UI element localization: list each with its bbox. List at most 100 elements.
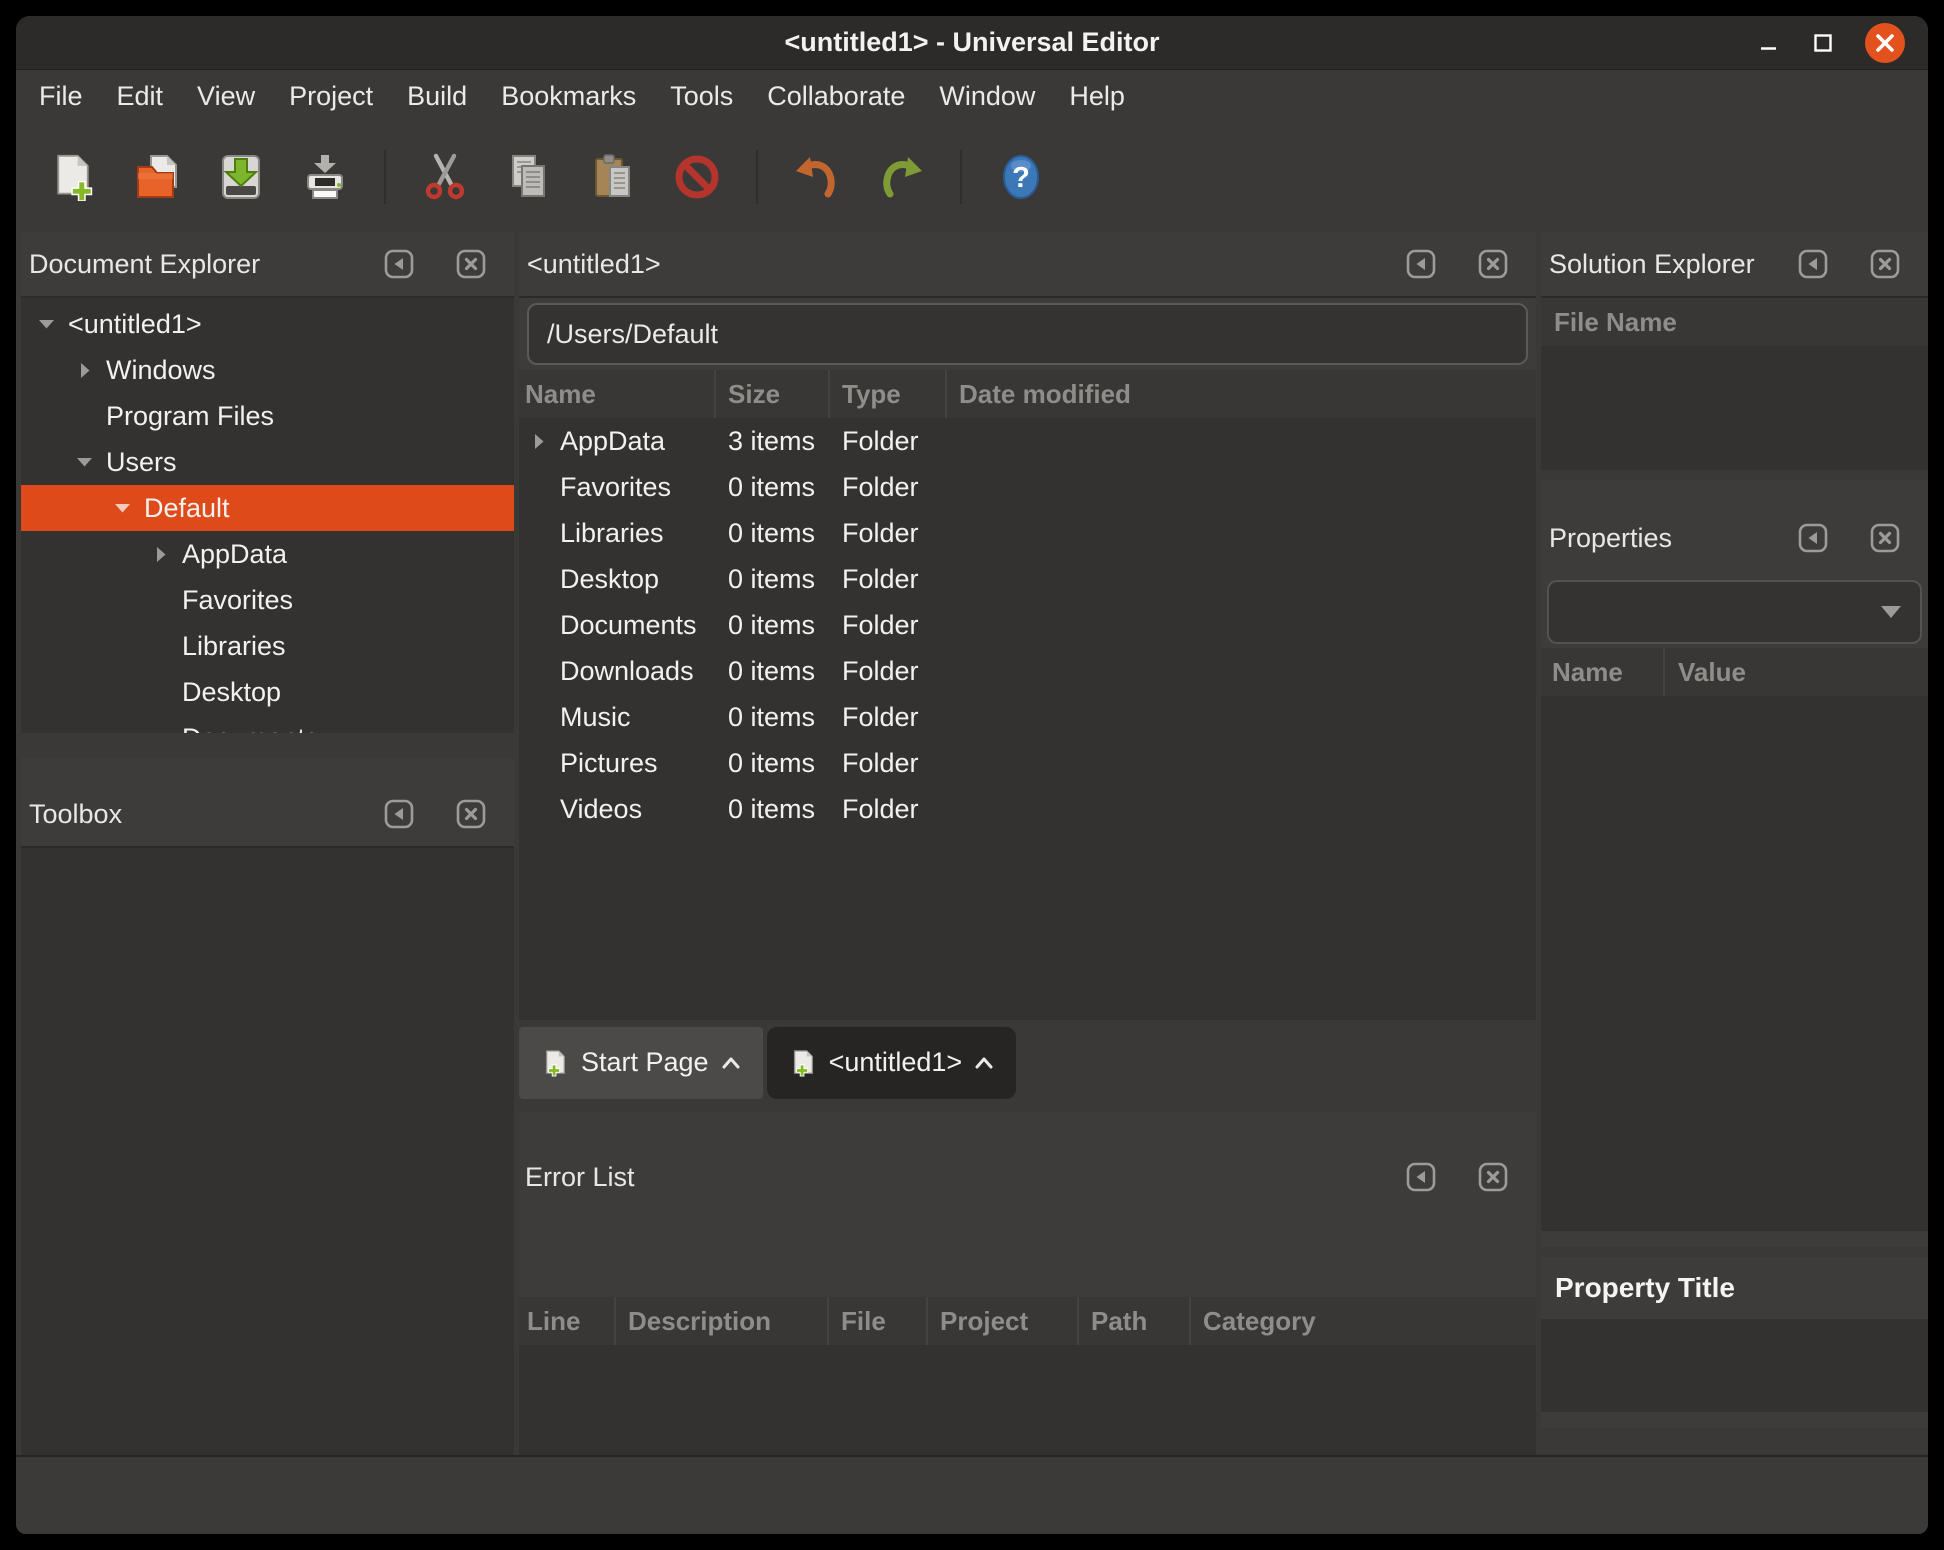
tree-item-default-selected[interactable]: Default: [21, 485, 514, 531]
cut-button[interactable]: [420, 152, 470, 202]
file-size-cell: 3 items: [716, 426, 830, 457]
tree-item-untitled1[interactable]: <untitled1>: [21, 301, 514, 347]
close-window-button[interactable]: [1864, 22, 1906, 64]
chevron-expanded-icon[interactable]: [33, 311, 59, 337]
tree-item-desktop[interactable]: Desktop: [21, 669, 514, 715]
column-header-description[interactable]: Description: [616, 1297, 829, 1345]
tree-item-windows[interactable]: Windows: [21, 347, 514, 393]
menu-window[interactable]: Window: [922, 81, 1052, 112]
help-icon: ?: [997, 153, 1045, 201]
chevron-collapsed-icon[interactable]: [525, 428, 551, 454]
chevron-expanded-icon[interactable]: [109, 495, 135, 521]
tree-item-documents[interactable]: Documents: [21, 715, 514, 733]
close-panel-button[interactable]: [1478, 249, 1508, 279]
properties-object-dropdown[interactable]: [1547, 580, 1922, 644]
collapse-panel-button[interactable]: [384, 249, 414, 279]
close-panel-button[interactable]: [1478, 1162, 1508, 1192]
panel-title: <untitled1>: [527, 249, 661, 280]
toolbox-panel: Toolbox: [21, 758, 514, 1455]
close-panel-button[interactable]: [1870, 249, 1900, 279]
file-row-favorites[interactable]: Favorites 0 items Folder: [519, 464, 1536, 510]
chevron-up-icon[interactable]: [721, 1056, 741, 1070]
collapse-panel-button[interactable]: [1406, 249, 1436, 279]
print-icon: [301, 153, 349, 201]
file-row-music[interactable]: Music 0 items Folder: [519, 694, 1536, 740]
column-header-path[interactable]: Path: [1079, 1297, 1191, 1345]
collapse-panel-button[interactable]: [1406, 1162, 1436, 1192]
copy-button[interactable]: [504, 152, 554, 202]
stop-icon: [673, 153, 721, 201]
chevron-collapsed-icon[interactable]: [71, 357, 97, 383]
stop-button[interactable]: [672, 152, 722, 202]
panel-header: Document Explorer: [21, 232, 514, 298]
column-header-file[interactable]: File: [829, 1297, 928, 1345]
collapse-left-icon: [384, 249, 414, 279]
tree-item-appdata[interactable]: AppData: [21, 531, 514, 577]
file-row-downloads[interactable]: Downloads 0 items Folder: [519, 648, 1536, 694]
maximize-button[interactable]: [1810, 30, 1836, 56]
open-button[interactable]: [132, 152, 182, 202]
column-header-category[interactable]: Category: [1191, 1297, 1536, 1345]
file-row-libraries[interactable]: Libraries 0 items Folder: [519, 510, 1536, 556]
menu-project[interactable]: Project: [272, 81, 390, 112]
file-row-videos[interactable]: Videos 0 items Folder: [519, 786, 1536, 832]
column-header-name[interactable]: Name: [1541, 648, 1665, 696]
save-button[interactable]: [216, 152, 266, 202]
close-panel-button[interactable]: [456, 799, 486, 829]
path-bar: /Users/Default: [519, 298, 1536, 370]
tab-start-page[interactable]: Start Page: [519, 1027, 763, 1099]
column-header-file-name[interactable]: File Name: [1541, 298, 1928, 346]
close-panel-button[interactable]: [456, 249, 486, 279]
paste-button[interactable]: [588, 152, 638, 202]
panel-footer: [1541, 1412, 1928, 1428]
tree-item-users[interactable]: Users: [21, 439, 514, 485]
path-input[interactable]: /Users/Default: [527, 303, 1528, 365]
right-dock: Solution Explorer File Name: [1541, 232, 1928, 1455]
menu-file[interactable]: File: [22, 81, 100, 112]
column-header-date-modified[interactable]: Date modified: [947, 370, 1536, 418]
minimize-button[interactable]: [1756, 30, 1782, 56]
tree-item-libraries[interactable]: Libraries: [21, 623, 514, 669]
menu-tools[interactable]: Tools: [653, 81, 750, 112]
file-row-desktop[interactable]: Desktop 0 items Folder: [519, 556, 1536, 602]
menu-build[interactable]: Build: [390, 81, 484, 112]
menu-collaborate[interactable]: Collaborate: [750, 81, 922, 112]
menu-help[interactable]: Help: [1052, 81, 1142, 112]
column-header-project[interactable]: Project: [928, 1297, 1079, 1345]
path-value: /Users/Default: [547, 319, 718, 350]
collapse-left-icon: [1406, 249, 1436, 279]
paste-icon: [589, 153, 637, 201]
file-list: AppData 3 items Folder Favorites 0 items…: [519, 418, 1536, 1020]
properties-table-header: Name Value: [1541, 648, 1928, 696]
tree-item-program-files[interactable]: Program Files: [21, 393, 514, 439]
chevron-expanded-icon[interactable]: [71, 449, 97, 475]
file-name-cell: Favorites: [560, 472, 671, 503]
file-type-cell: Folder: [830, 518, 947, 549]
menu-edit[interactable]: Edit: [100, 81, 181, 112]
collapse-panel-button[interactable]: [384, 799, 414, 829]
redo-button[interactable]: [876, 152, 926, 202]
file-row-appdata[interactable]: AppData 3 items Folder: [519, 418, 1536, 464]
column-header-type[interactable]: Type: [830, 370, 947, 418]
tree-item-favorites[interactable]: Favorites: [21, 577, 514, 623]
chevron-up-icon[interactable]: [974, 1056, 994, 1070]
collapse-panel-button[interactable]: [1798, 523, 1828, 553]
column-header-name[interactable]: Name: [519, 370, 716, 418]
menu-view[interactable]: View: [180, 81, 272, 112]
file-row-pictures[interactable]: Pictures 0 items Folder: [519, 740, 1536, 786]
chevron-collapsed-icon[interactable]: [147, 541, 173, 567]
column-header-line[interactable]: Line: [519, 1297, 616, 1345]
print-button[interactable]: [300, 152, 350, 202]
close-panel-button[interactable]: [1870, 523, 1900, 553]
file-row-documents[interactable]: Documents 0 items Folder: [519, 602, 1536, 648]
undo-button[interactable]: [792, 152, 842, 202]
new-document-button[interactable]: [48, 152, 98, 202]
help-button[interactable]: ?: [996, 152, 1046, 202]
column-header-size[interactable]: Size: [716, 370, 830, 418]
file-name-cell: Desktop: [560, 564, 659, 595]
menu-bookmarks[interactable]: Bookmarks: [484, 81, 653, 112]
column-header-value[interactable]: Value: [1665, 648, 1928, 696]
titlebar[interactable]: <untitled1> - Universal Editor: [16, 16, 1928, 70]
tab-untitled1[interactable]: <untitled1>: [767, 1027, 1017, 1099]
collapse-panel-button[interactable]: [1798, 249, 1828, 279]
